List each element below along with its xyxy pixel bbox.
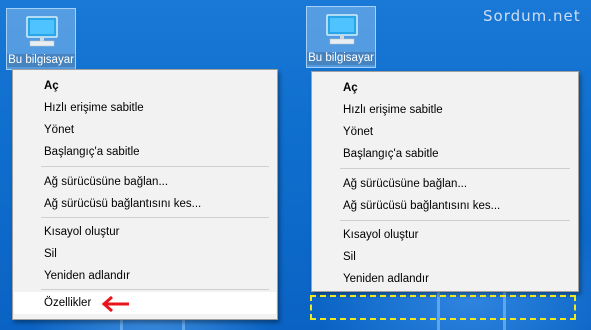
context-menu-right: Aç Hızlı erişime sabitle Yönet Başlangıç… bbox=[311, 71, 579, 292]
menu-item-pin-quick-access[interactable]: Hızlı erişime sabitle bbox=[313, 99, 577, 121]
menu-item-open[interactable]: Aç bbox=[313, 77, 577, 99]
menu-item-disconnect-network-drive[interactable]: Ağ sürücüsü bağlantısını kes... bbox=[14, 193, 276, 215]
missing-item-highlight-box bbox=[310, 295, 576, 320]
menu-item-label: Yönet bbox=[343, 126, 374, 138]
menu-item-disconnect-network-drive[interactable]: Ağ sürücüsü bağlantısını kes... bbox=[313, 195, 577, 217]
desktop-icon-label: Bu bilgisayar bbox=[7, 54, 75, 67]
menu-item-label: Yeniden adlandır bbox=[44, 270, 130, 282]
menu-item-label: Kısayol oluştur bbox=[343, 229, 419, 241]
menu-item-pin-start[interactable]: Başlangıç'a sabitle bbox=[313, 143, 577, 165]
menu-item-label: Başlangıç'a sabitle bbox=[44, 146, 140, 158]
menu-item-label: Sil bbox=[343, 251, 356, 263]
menu-item-pin-quick-access[interactable]: Hızlı erişime sabitle bbox=[14, 97, 276, 119]
menu-item-create-shortcut[interactable]: Kısayol oluştur bbox=[14, 221, 276, 243]
menu-item-manage[interactable]: Yönet bbox=[14, 119, 276, 141]
menu-item-label: Ağ sürücüsüne bağlan... bbox=[44, 176, 169, 188]
menu-item-label: Özellikler bbox=[44, 297, 92, 309]
menu-item-label: Hızlı erişime sabitle bbox=[343, 104, 443, 116]
menu-item-properties[interactable]: Özellikler bbox=[14, 292, 276, 314]
menu-item-label: Yönet bbox=[44, 124, 75, 136]
menu-item-label: Yeniden adlandır bbox=[343, 273, 429, 285]
desktop-icon-this-pc[interactable]: Bu bilgisayar bbox=[306, 6, 376, 68]
menu-item-label: Aç bbox=[44, 80, 59, 92]
menu-separator bbox=[41, 217, 269, 218]
menu-item-create-shortcut[interactable]: Kısayol oluştur bbox=[313, 224, 577, 246]
watermark: Sordum.net bbox=[483, 7, 581, 25]
menu-item-label: Hızlı erişime sabitle bbox=[44, 102, 144, 114]
context-menu-left: Aç Hızlı erişime sabitle Yönet Başlangıç… bbox=[12, 69, 278, 320]
menu-item-rename[interactable]: Yeniden adlandır bbox=[313, 268, 577, 290]
menu-item-label: Sil bbox=[44, 248, 57, 260]
menu-item-label: Ağ sürücüsüne bağlan... bbox=[343, 178, 468, 190]
menu-item-delete[interactable]: Sil bbox=[14, 243, 276, 265]
menu-item-pin-start[interactable]: Başlangıç'a sabitle bbox=[14, 141, 276, 163]
menu-item-manage[interactable]: Yönet bbox=[313, 121, 577, 143]
menu-item-rename[interactable]: Yeniden adlandır bbox=[14, 265, 276, 287]
menu-item-open[interactable]: Aç bbox=[14, 75, 276, 97]
menu-separator bbox=[41, 166, 269, 167]
desktop-icon-this-pc[interactable]: Bu bilgisayar bbox=[6, 8, 76, 70]
computer-icon bbox=[326, 14, 358, 45]
menu-item-delete[interactable]: Sil bbox=[313, 246, 577, 268]
menu-separator bbox=[340, 168, 570, 169]
computer-icon bbox=[26, 16, 58, 47]
desktop-icon-label: Bu bilgisayar bbox=[307, 52, 375, 65]
menu-item-label: Ağ sürücüsü bağlantısını kes... bbox=[44, 198, 202, 210]
menu-item-label: Ağ sürücüsü bağlantısını kes... bbox=[343, 200, 501, 212]
menu-item-map-network-drive[interactable]: Ağ sürücüsüne bağlan... bbox=[313, 173, 577, 195]
menu-item-label: Başlangıç'a sabitle bbox=[343, 148, 439, 160]
menu-item-label: Aç bbox=[343, 82, 358, 94]
menu-separator bbox=[41, 289, 269, 290]
menu-separator bbox=[340, 220, 570, 221]
menu-item-label: Kısayol oluştur bbox=[44, 226, 120, 238]
left-arrow-icon bbox=[101, 296, 129, 312]
menu-item-map-network-drive[interactable]: Ağ sürücüsüne bağlan... bbox=[14, 171, 276, 193]
